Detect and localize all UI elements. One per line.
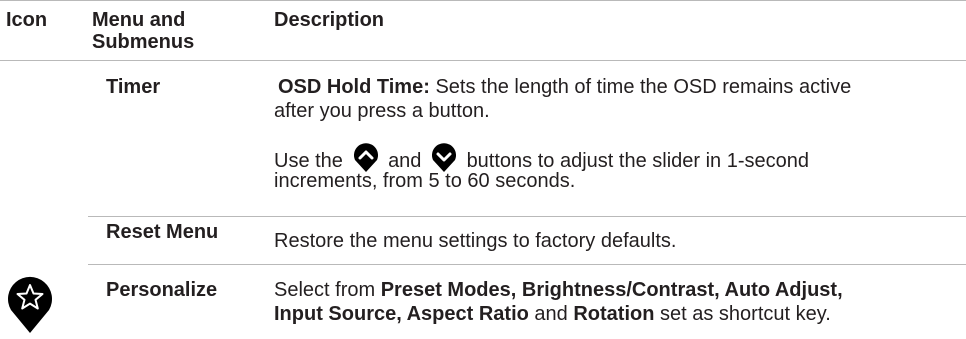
timer-hold-line1: OSD Hold Time: Sets the length of time t… — [278, 76, 851, 98]
use-and-text: and — [388, 150, 422, 172]
personalize-line2: Input Source, Aspect Ratio and Rotation … — [274, 303, 831, 325]
osd-hold-time-label: OSD Hold Time: — [278, 76, 430, 98]
personalize-menu: Personalize — [106, 279, 218, 301]
header-icon: Icon — [6, 9, 48, 31]
top-rule — [0, 0, 966, 1]
personalize-line1: Select from Preset Modes, Brightness/Con… — [274, 279, 843, 301]
personalize-and: and — [534, 303, 568, 325]
personalize-options-2: Input Source, Aspect Ratio — [274, 303, 529, 325]
star-icon — [6, 272, 54, 339]
timer-rule — [88, 216, 966, 217]
reset-menu: Reset Menu — [106, 221, 219, 243]
osd-hold-time-text: Sets the length of time the OSD remains … — [435, 76, 852, 98]
reset-rule — [88, 264, 966, 265]
header-rule — [0, 60, 966, 61]
timer-hold-line2: after you press a button. — [274, 100, 490, 122]
personalize-options-1: Preset Modes, Brightness/Contrast, Auto … — [380, 279, 843, 301]
header-description: Description — [274, 9, 385, 31]
personalize-options-3: Rotation — [573, 303, 655, 325]
header-menu-line1: Menu and — [92, 9, 186, 31]
timer-menu: Timer — [106, 76, 161, 98]
timer-use-line2: increments, from 5 to 60 seconds. — [274, 170, 576, 192]
reset-description: Restore the menu settings to factory def… — [274, 230, 677, 252]
header-menu-line2: Submenus — [92, 31, 195, 53]
use-post-text: buttons to adjust the slider in 1-second — [466, 150, 809, 172]
personalize-pre: Select from — [274, 279, 376, 301]
use-pre-text: Use the — [274, 150, 343, 172]
personalize-post: set as shortcut key. — [660, 303, 831, 325]
